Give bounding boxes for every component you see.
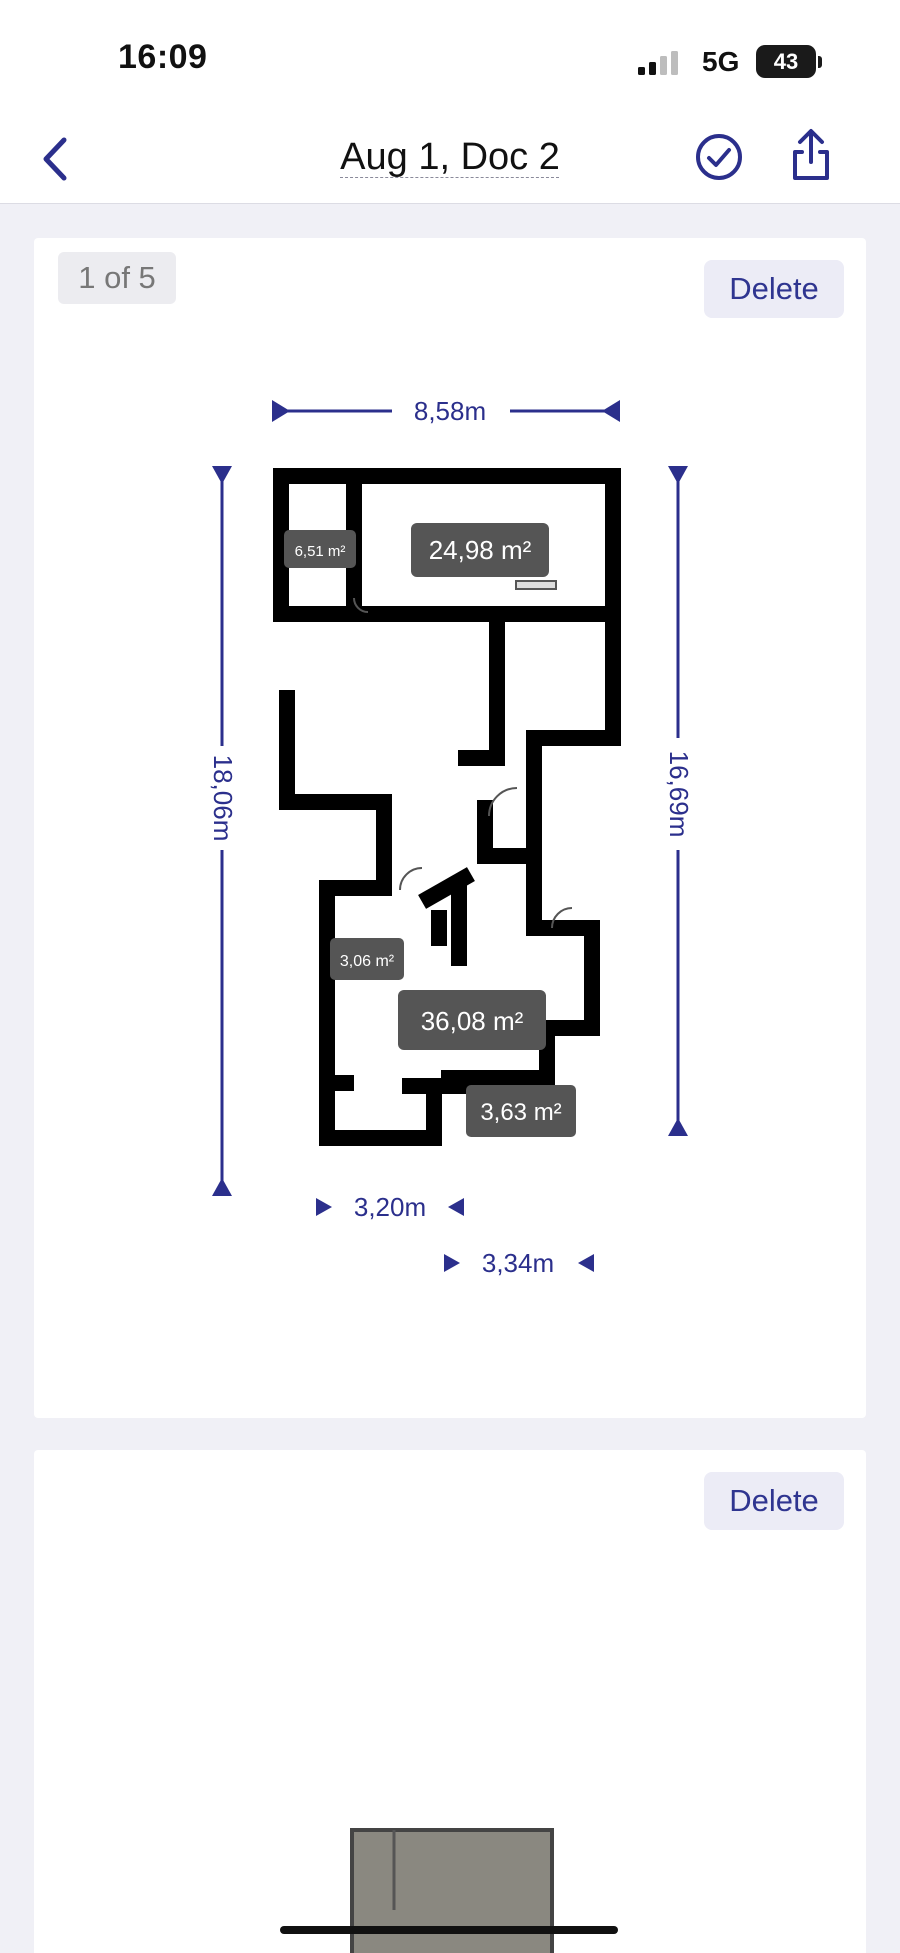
floor-plan: 8,58m 18,06m 16,69m 6,51 m² 24,98 m² 3,0… [208, 396, 694, 1278]
svg-text:3,06 m²: 3,06 m² [340, 953, 395, 970]
room-label-1: 6,51 m² [284, 530, 356, 568]
checkmark-circle-icon [696, 134, 742, 180]
dimension-bottom-1-label: 3,20m [354, 1192, 426, 1222]
cellular-signal-icon [638, 51, 678, 75]
floor-plan-card-2: Delete [34, 1450, 866, 1953]
dimension-top: 8,58m [272, 396, 620, 426]
dimension-right: 16,69m [664, 466, 694, 1136]
battery-level: 43 [756, 45, 816, 78]
share-button[interactable] [786, 126, 836, 186]
dimension-right-label: 16,69m [664, 751, 694, 838]
dimension-bottom-2: 3,34m [444, 1248, 594, 1278]
network-type: 5G [702, 46, 740, 77]
dimension-left-label: 18,06m [208, 755, 238, 842]
room-label-5: 3,63 m² [466, 1085, 576, 1137]
document-title[interactable]: Aug 1, Doc 2 [0, 136, 900, 179]
room-label-4: 36,08 m² [398, 990, 546, 1050]
room-label-2: 24,98 m² [411, 523, 549, 577]
svg-text:6,51 m²: 6,51 m² [295, 543, 346, 560]
room-label-3: 3,06 m² [330, 938, 404, 980]
svg-text:36,08 m²: 36,08 m² [421, 1006, 524, 1036]
dimension-bottom-2-label: 3,34m [482, 1248, 554, 1278]
status-bar: 16:09 5G 43 [0, 0, 900, 120]
dimension-bottom-1: 3,20m [316, 1192, 464, 1222]
floor-plan-preview [280, 1828, 618, 1953]
floor-plan-card: 1 of 5 Delete 8,58m 18,06m 16,69m 6,51 m… [34, 238, 866, 1418]
battery-icon [818, 56, 822, 68]
navigation-bar: Aug 1, Doc 2 [0, 120, 900, 204]
svg-text:24,98 m²: 24,98 m² [429, 535, 532, 565]
share-icon [793, 129, 829, 180]
done-button[interactable] [692, 130, 746, 184]
svg-text:3,63 m²: 3,63 m² [480, 1099, 561, 1126]
dimension-left: 18,06m [208, 466, 238, 1196]
dimension-top-label: 8,58m [414, 396, 486, 426]
status-time: 16:09 [118, 38, 208, 76]
